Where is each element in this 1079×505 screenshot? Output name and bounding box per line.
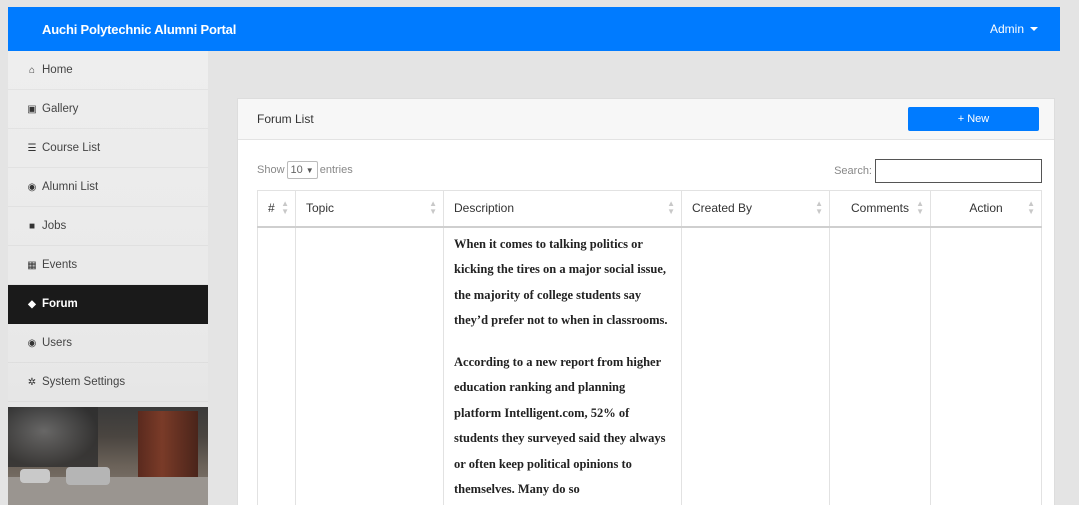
- cell-number: [257, 226, 296, 505]
- new-button-label: New: [967, 113, 990, 125]
- new-forum-button[interactable]: + New: [908, 107, 1039, 131]
- sidebar-item-label: Users: [42, 337, 73, 349]
- show-label: Show: [257, 164, 285, 176]
- sidebar-item-alumni-list[interactable]: ◉ Alumni List: [8, 168, 208, 207]
- briefcase-icon: ■: [28, 220, 36, 232]
- cell-topic: [295, 226, 444, 505]
- table-header-row: # ▲ ▼ Topic ▲ ▼ Description ▲ ▼ Created By ▲ ▼ C…: [257, 190, 1042, 228]
- entries-select[interactable]: 10 ▼: [286, 161, 318, 179]
- cell-description: When it comes to talking politics or kic…: [443, 226, 682, 505]
- entries-select-value: 10: [290, 164, 303, 176]
- sidebar-item-course-list[interactable]: ☰ Course List: [8, 129, 208, 168]
- sidebar-item-gallery[interactable]: ▣ Gallery: [8, 90, 208, 129]
- comments-icon: ◆: [28, 298, 36, 310]
- cell-created-by: [681, 226, 830, 505]
- home-icon: ⌂: [28, 64, 36, 76]
- entries-label: entries: [319, 164, 353, 176]
- admin-label: Admin: [989, 22, 1024, 36]
- forum-table: # ▲ ▼ Topic ▲ ▼ Description ▲ ▼ Created By ▲ ▼ C…: [257, 190, 1042, 505]
- calendar-icon: ▦: [27, 259, 37, 271]
- users-icon: ◉: [27, 181, 37, 193]
- sort-icon: ▲ ▼: [1027, 199, 1035, 217]
- column-header-description[interactable]: Description ▲ ▼: [443, 190, 682, 228]
- sidebar-item-label: Course List: [42, 142, 101, 154]
- sidebar-item-users[interactable]: ◉ Users: [8, 324, 208, 363]
- column-header-created-by[interactable]: Created By ▲ ▼: [681, 190, 830, 228]
- sidebar-item-system-settings[interactable]: ✲ System Settings: [8, 363, 208, 402]
- column-header-action[interactable]: Action ▲ ▼: [930, 190, 1042, 228]
- plus-icon: +: [957, 113, 965, 125]
- users-cog-icon: ◉: [27, 337, 37, 349]
- description-paragraph: According to a new report from higher ed…: [454, 354, 666, 497]
- column-header-number[interactable]: # ▲ ▼: [257, 190, 296, 228]
- admin-dropdown[interactable]: Admin: [990, 22, 1038, 36]
- sidebar-item-label: System Settings: [42, 376, 126, 388]
- caret-down-icon: [1030, 27, 1038, 31]
- sidebar-item-label: Events: [42, 259, 78, 271]
- sidebar-item-label: Alumni List: [42, 181, 99, 193]
- top-navbar: Auchi Polytechnic Alumni Portal Admin: [8, 7, 1060, 51]
- sidebar-background-photo: [8, 407, 208, 505]
- card-title: Forum List: [257, 112, 314, 126]
- sidebar-item-label: Forum: [42, 298, 78, 310]
- sidebar-item-label: Home: [42, 64, 73, 76]
- sidebar-item-jobs[interactable]: ■ Jobs: [8, 207, 208, 246]
- sidebar: ⌂ Home ▣ Gallery ☰ Course List ◉ Alumni List ■ Jo…: [8, 51, 208, 505]
- column-header-topic[interactable]: Topic ▲ ▼: [295, 190, 444, 228]
- table-controls: Show 10 ▼ entries Search:: [238, 157, 1056, 183]
- sidebar-nav: ⌂ Home ▣ Gallery ☰ Course List ◉ Alumni List ■ Jo…: [8, 51, 208, 402]
- column-header-comments[interactable]: Comments ▲ ▼: [829, 190, 931, 228]
- brand-title[interactable]: Auchi Polytechnic Alumni Portal: [42, 22, 236, 37]
- list-icon: ☰: [27, 142, 37, 154]
- search-label: Search:: [834, 165, 872, 177]
- cogs-icon: ✲: [27, 376, 37, 388]
- image-icon: ▣: [27, 103, 37, 115]
- cell-action: [930, 226, 1042, 505]
- select-arrow-icon: ▼: [305, 165, 314, 175]
- sidebar-item-label: Jobs: [42, 220, 67, 232]
- search-input[interactable]: [875, 159, 1042, 183]
- sort-icon: ▲ ▼: [815, 199, 823, 217]
- sidebar-item-forum[interactable]: ◆ Forum: [8, 285, 208, 324]
- card-header: Forum List + New: [238, 99, 1054, 140]
- description-paragraph: When it comes to talking politics or kic…: [454, 236, 668, 328]
- sort-icon: ▲ ▼: [429, 199, 437, 217]
- sort-icon: ▲ ▼: [667, 199, 675, 217]
- table-row: When it comes to talking politics or kic…: [257, 226, 1042, 505]
- sort-icon: ▲ ▼: [281, 199, 289, 217]
- sidebar-item-label: Gallery: [42, 103, 79, 115]
- entries-length-control: Show 10 ▼ entries: [257, 161, 353, 179]
- sidebar-item-events[interactable]: ▦ Events: [8, 246, 208, 285]
- sidebar-item-home[interactable]: ⌂ Home: [8, 51, 208, 90]
- forum-list-card: Forum List + New Show 10 ▼ entries Searc…: [237, 98, 1055, 505]
- search-control: Search:: [834, 159, 1042, 183]
- sort-icon: ▲ ▼: [916, 199, 924, 217]
- cell-comments: [829, 226, 931, 505]
